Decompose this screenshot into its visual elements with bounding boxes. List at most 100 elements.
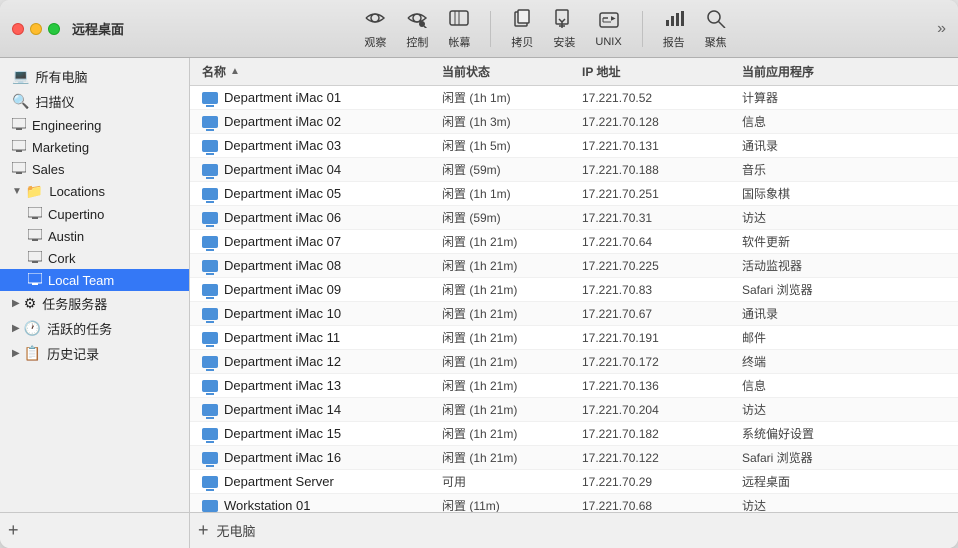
cell-name: Department iMac 15: [202, 426, 442, 441]
sidebar-item-local-team[interactable]: Local Team: [0, 269, 189, 291]
table-row[interactable]: Department iMac 04 闲置 (59m) 17.221.70.18…: [190, 158, 958, 182]
computer-icon: [202, 380, 218, 392]
table-row[interactable]: Department iMac 07 闲置 (1h 21m) 17.221.70…: [190, 230, 958, 254]
sidebar-item-label: Marketing: [32, 140, 181, 155]
toolbar-observe[interactable]: 观察: [364, 8, 386, 50]
sidebar-item-locations[interactable]: ▼ 📁 Locations: [0, 180, 189, 203]
table-row[interactable]: Department iMac 08 闲置 (1h 21m) 17.221.70…: [190, 254, 958, 278]
cell-ip: 17.221.70.191: [582, 331, 742, 345]
table-row[interactable]: Department iMac 16 闲置 (1h 21m) 17.221.70…: [190, 446, 958, 470]
cell-status: 闲置 (1h 21m): [442, 449, 582, 466]
toolbar-report[interactable]: 报告: [663, 8, 685, 50]
table-row[interactable]: Department iMac 09 闲置 (1h 21m) 17.221.70…: [190, 278, 958, 302]
cell-ip: 17.221.70.64: [582, 235, 742, 249]
footer-status: 无电脑: [217, 521, 256, 540]
computer-icon: [202, 140, 218, 152]
sidebar-add-button[interactable]: +: [8, 520, 19, 541]
computer-icon: [202, 116, 218, 128]
table-row[interactable]: Department iMac 06 闲置 (59m) 17.221.70.31…: [190, 206, 958, 230]
observe-label: 观察: [364, 34, 386, 50]
table-row[interactable]: Department iMac 12 闲置 (1h 21m) 17.221.70…: [190, 350, 958, 374]
cell-status: 闲置 (59m): [442, 161, 582, 178]
maximize-button[interactable]: [48, 23, 60, 35]
table-row[interactable]: Department iMac 01 闲置 (1h 1m) 17.221.70.…: [190, 86, 958, 110]
table-row[interactable]: Department iMac 11 闲置 (1h 21m) 17.221.70…: [190, 326, 958, 350]
cell-app: 终端: [742, 353, 946, 370]
cell-status: 可用: [442, 473, 582, 490]
toolbar-copy[interactable]: 拷贝: [511, 8, 533, 50]
sidebar-item-scanner[interactable]: 🔍 扫描仪: [0, 89, 189, 114]
column-header-name[interactable]: 名称 ▲: [202, 63, 442, 80]
sidebar-list: 💻 所有电脑 🔍 扫描仪 Engineering: [0, 58, 189, 512]
sidebar-item-task-servers[interactable]: ▶ ⚙ 任务服务器: [0, 291, 189, 316]
unix-icon: ▶: [598, 10, 620, 34]
table-row[interactable]: Department iMac 10 闲置 (1h 21m) 17.221.70…: [190, 302, 958, 326]
cell-name: Department iMac 09: [202, 282, 442, 297]
sidebar-item-austin[interactable]: Austin: [0, 225, 189, 247]
computer-icon: [202, 356, 218, 368]
computer-icon: [202, 188, 218, 200]
sidebar-item-cupertino[interactable]: Cupertino: [0, 203, 189, 225]
cell-name: Department iMac 16: [202, 450, 442, 465]
sidebar-item-label: Locations: [49, 184, 181, 199]
cell-app: 远程桌面: [742, 473, 946, 490]
close-button[interactable]: [12, 23, 24, 35]
sidebar-item-history[interactable]: ▶ 📋 历史记录: [0, 341, 189, 366]
cell-status: 闲置 (1h 1m): [442, 185, 582, 202]
toolbar-unix[interactable]: ▶ UNIX: [595, 10, 621, 48]
copy-icon: [511, 8, 533, 32]
cell-app: 音乐: [742, 161, 946, 178]
sidebar-item-active-tasks[interactable]: ▶ 🕐 活跃的任务: [0, 316, 189, 341]
cell-ip: 17.221.70.251: [582, 187, 742, 201]
copy-label: 拷贝: [511, 34, 533, 50]
sidebar-item-engineering[interactable]: Engineering: [0, 114, 189, 136]
more-button[interactable]: »: [937, 20, 946, 38]
column-header-status[interactable]: 当前状态: [442, 63, 582, 80]
cell-app: 计算器: [742, 89, 946, 106]
cell-ip: 17.221.70.136: [582, 379, 742, 393]
table-row[interactable]: Department Server 可用 17.221.70.29 远程桌面: [190, 470, 958, 494]
toolbar-focus[interactable]: 聚焦: [705, 8, 727, 50]
computer-icon: [202, 260, 218, 272]
sidebar-item-all-computers[interactable]: 💻 所有电脑: [0, 64, 189, 89]
cell-name: Department iMac 05: [202, 186, 442, 201]
window-title: 远程桌面: [72, 19, 124, 38]
toolbar-install[interactable]: 安装: [553, 8, 575, 50]
cell-name: Department iMac 11: [202, 330, 442, 345]
table-row[interactable]: Department iMac 15 闲置 (1h 21m) 17.221.70…: [190, 422, 958, 446]
panel-add-button[interactable]: +: [198, 520, 209, 541]
control-label: 控制: [406, 34, 428, 50]
cell-status: 闲置 (1h 21m): [442, 257, 582, 274]
table-row[interactable]: Department iMac 05 闲置 (1h 1m) 17.221.70.…: [190, 182, 958, 206]
sidebar-item-label: 历史记录: [47, 344, 181, 363]
table-row[interactable]: Department iMac 14 闲置 (1h 21m) 17.221.70…: [190, 398, 958, 422]
computer-icon: [202, 404, 218, 416]
cell-app: 国际象棋: [742, 185, 946, 202]
cell-app: 信息: [742, 377, 946, 394]
toolbar-curtain[interactable]: 帐幕: [448, 8, 470, 50]
sidebar-item-marketing[interactable]: Marketing: [0, 136, 189, 158]
toolbar-control[interactable]: 控制: [406, 8, 428, 50]
cell-status: 闲置 (1h 21m): [442, 281, 582, 298]
table-row[interactable]: Department iMac 02 闲置 (1h 3m) 17.221.70.…: [190, 110, 958, 134]
column-header-app[interactable]: 当前应用程序: [742, 63, 946, 80]
sidebar-item-label: Cork: [48, 251, 181, 266]
marketing-icon: [12, 139, 26, 155]
task-servers-disclosure: ▶: [12, 298, 20, 309]
table-row[interactable]: Department iMac 13 闲置 (1h 21m) 17.221.70…: [190, 374, 958, 398]
cell-status: 闲置 (11m): [442, 497, 582, 512]
sidebar-item-sales[interactable]: Sales: [0, 158, 189, 180]
table-row[interactable]: Department iMac 03 闲置 (1h 5m) 17.221.70.…: [190, 134, 958, 158]
cell-name: Department iMac 02: [202, 114, 442, 129]
traffic-lights: [12, 23, 60, 35]
cell-ip: 17.221.70.225: [582, 259, 742, 273]
active-tasks-icon: 🕐: [24, 320, 41, 337]
cell-app: 访达: [742, 497, 946, 512]
table-row[interactable]: Workstation 01 闲置 (11m) 17.221.70.68 访达: [190, 494, 958, 512]
column-header-ip[interactable]: IP 地址: [582, 63, 742, 80]
main-content: 💻 所有电脑 🔍 扫描仪 Engineering: [0, 58, 958, 548]
minimize-button[interactable]: [30, 23, 42, 35]
cell-ip: 17.221.70.83: [582, 283, 742, 297]
sidebar-item-cork[interactable]: Cork: [0, 247, 189, 269]
cell-ip: 17.221.70.188: [582, 163, 742, 177]
